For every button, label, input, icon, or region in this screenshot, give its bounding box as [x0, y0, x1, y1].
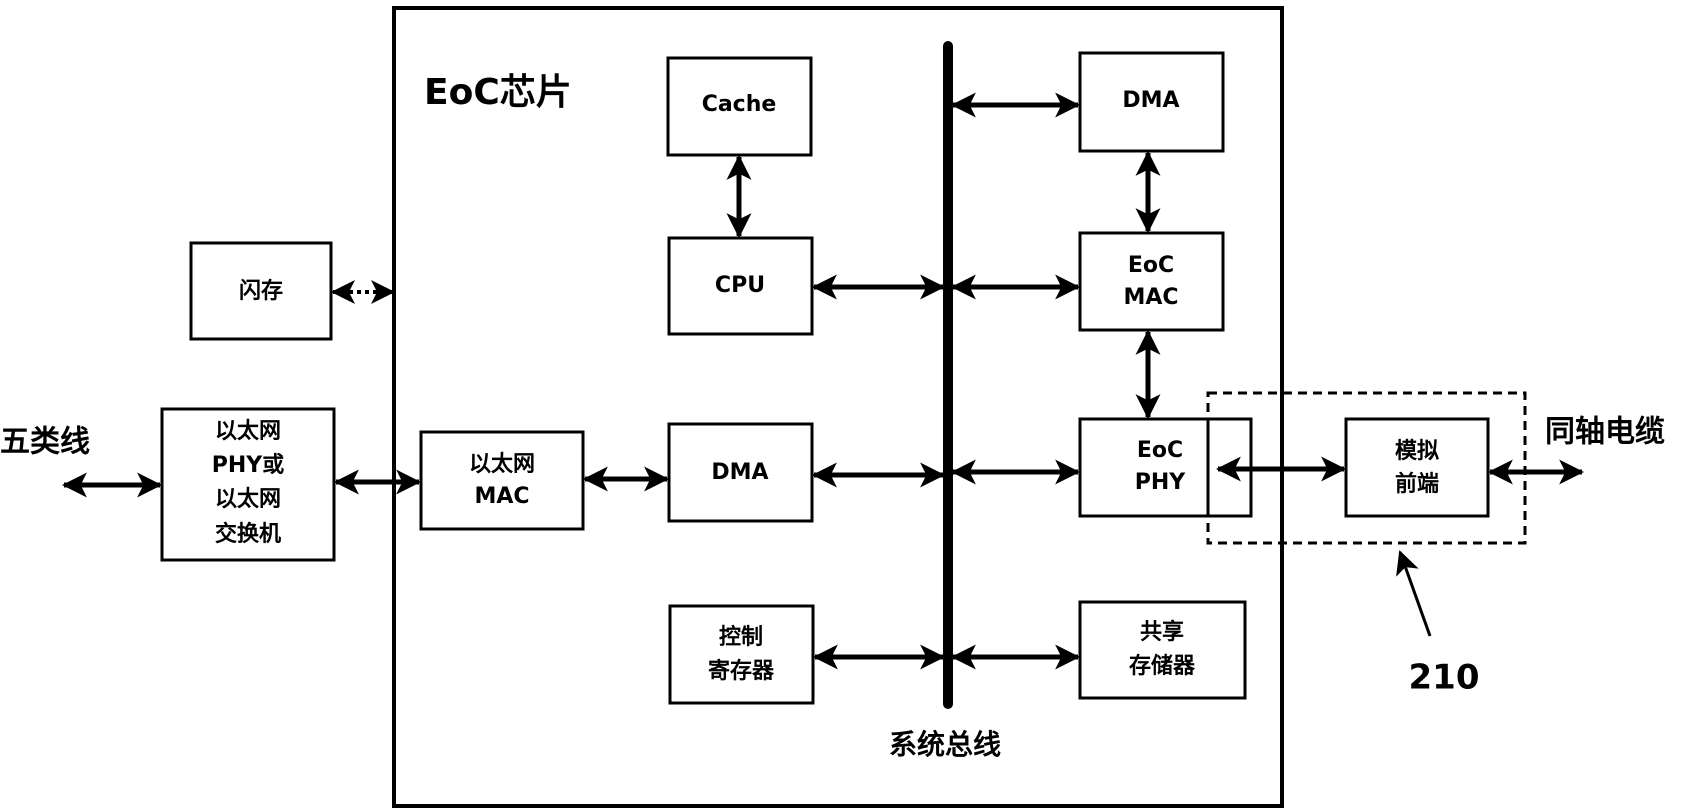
eoc-mac-label-line1: EoC: [1128, 253, 1174, 278]
afe-label-line2: 前端: [1395, 471, 1439, 497]
cpu-label: CPU: [715, 273, 765, 298]
flash-block: 闪存: [189, 241, 333, 341]
eoc-mac-block: EoC MAC: [1078, 231, 1225, 332]
dma-left-block: DMA: [667, 422, 814, 523]
cache-block: Cache: [666, 56, 813, 157]
ethernet-phy-block: 以太网 PHY或 以太网 交换机: [160, 407, 336, 562]
shared-memory-block: 共享 存储器: [1078, 600, 1247, 700]
control-reg-label-line2: 寄存器: [708, 658, 775, 684]
dma-right-label: DMA: [1122, 88, 1179, 113]
eoc-mac-label-line2: MAC: [1123, 285, 1178, 310]
eoc-phy-label-line1: EoC: [1137, 438, 1183, 463]
chip-title: EoC芯片: [424, 72, 572, 113]
ethernet-mac-block: 以太网 MAC: [419, 430, 585, 531]
shared-mem-label-line1: 共享: [1140, 619, 1184, 645]
eoc-phy-label-line2: PHY: [1135, 470, 1187, 495]
eth-phy-label-line3: 以太网: [215, 487, 281, 512]
cpu-block: CPU: [667, 236, 814, 336]
coax-cable-label: 同轴电缆: [1545, 415, 1665, 450]
eoc-block-diagram: EoC芯片 系统总线 闪存 以太网 PHY或 以太网 交换机 以太网 MAC D…: [0, 0, 1708, 812]
eth-phy-label-line4: 交换机: [215, 521, 281, 547]
eth-phy-label-line2: PHY或: [212, 452, 284, 478]
dma-right-block: DMA: [1078, 51, 1225, 153]
eth-mac-label-line1: 以太网: [469, 452, 535, 477]
diagram-canvas: EoC芯片 系统总线 闪存 以太网 PHY或 以太网 交换机 以太网 MAC D…: [0, 6, 1665, 808]
afe-label-line1: 模拟: [1395, 439, 1439, 464]
control-register-block: 控制 寄存器: [668, 604, 815, 705]
reference-leader-arrow: [1396, 550, 1432, 637]
control-reg-label-line1: 控制: [719, 624, 763, 650]
dma-left-label: DMA: [711, 460, 768, 485]
eth-phy-label-line1: 以太网: [215, 419, 281, 444]
flash-label: 闪存: [239, 278, 283, 304]
eth-mac-label-line2: MAC: [474, 484, 529, 509]
shared-mem-label-line2: 存储器: [1129, 653, 1196, 679]
reference-number-210: 210: [1409, 658, 1480, 698]
cat5-cable-label: 五类线: [0, 425, 90, 460]
analog-front-end-block: 模拟 前端: [1344, 417, 1490, 518]
system-bus-label: 系统总线: [889, 728, 1001, 761]
cache-label: Cache: [702, 92, 777, 117]
